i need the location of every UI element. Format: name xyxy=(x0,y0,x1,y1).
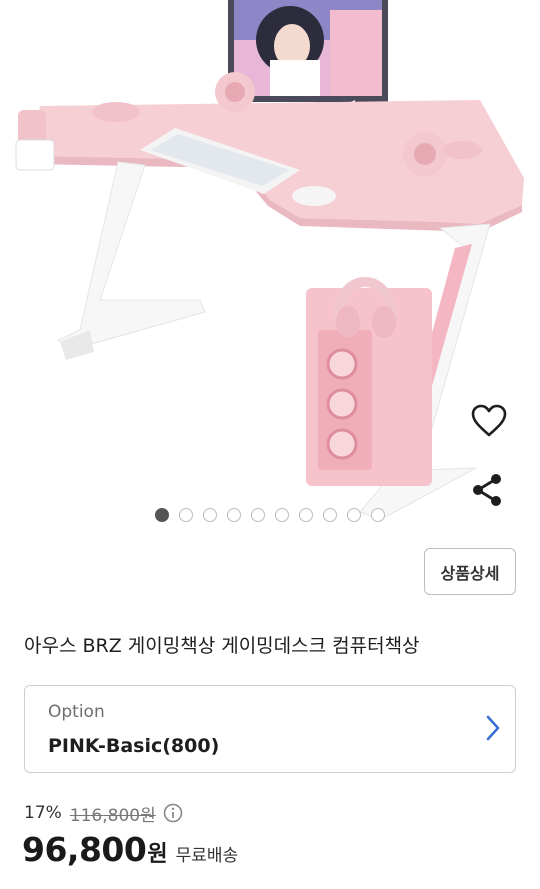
option-value: PINK-Basic(800) xyxy=(48,735,220,757)
heart-outline-icon xyxy=(471,404,507,437)
share-button[interactable] xyxy=(470,472,510,512)
desk-illustration xyxy=(15,0,524,521)
discount-rate: 17% xyxy=(24,803,62,823)
info-circle-icon[interactable] xyxy=(163,803,183,823)
pagination-dot[interactable] xyxy=(371,508,385,522)
pagination-dot[interactable] xyxy=(179,508,193,522)
product-title: 아우스 BRZ 게이밍책상 게이밍데스크 컴퓨터책상 xyxy=(24,635,420,657)
pagination-dot[interactable] xyxy=(155,508,169,522)
price-meta: 17% 116,800원 xyxy=(24,801,183,826)
product-image[interactable] xyxy=(0,0,540,530)
share-icon xyxy=(473,474,501,506)
chevron-right-icon xyxy=(485,714,501,746)
pagination-dot[interactable] xyxy=(227,508,241,522)
final-price-unit: 원 xyxy=(147,842,168,867)
final-price-value: 96,800 xyxy=(22,830,147,869)
favorite-button[interactable] xyxy=(470,404,510,444)
product-detail-button[interactable]: 상품상세 xyxy=(424,548,516,595)
original-price: 116,800원 xyxy=(69,805,156,826)
pagination-dot[interactable] xyxy=(275,508,289,522)
option-label: Option xyxy=(48,702,105,722)
pagination-dot[interactable] xyxy=(251,508,265,522)
final-price: 96,800 원 무료배송 xyxy=(22,830,238,874)
option-selector[interactable]: Option PINK-Basic(800) xyxy=(24,685,516,773)
pagination-dot[interactable] xyxy=(323,508,337,522)
image-pagination xyxy=(0,508,540,524)
pagination-dot[interactable] xyxy=(347,508,361,522)
pagination-dot[interactable] xyxy=(299,508,313,522)
shipping-badge: 무료배송 xyxy=(175,846,239,866)
pagination-dot[interactable] xyxy=(203,508,217,522)
